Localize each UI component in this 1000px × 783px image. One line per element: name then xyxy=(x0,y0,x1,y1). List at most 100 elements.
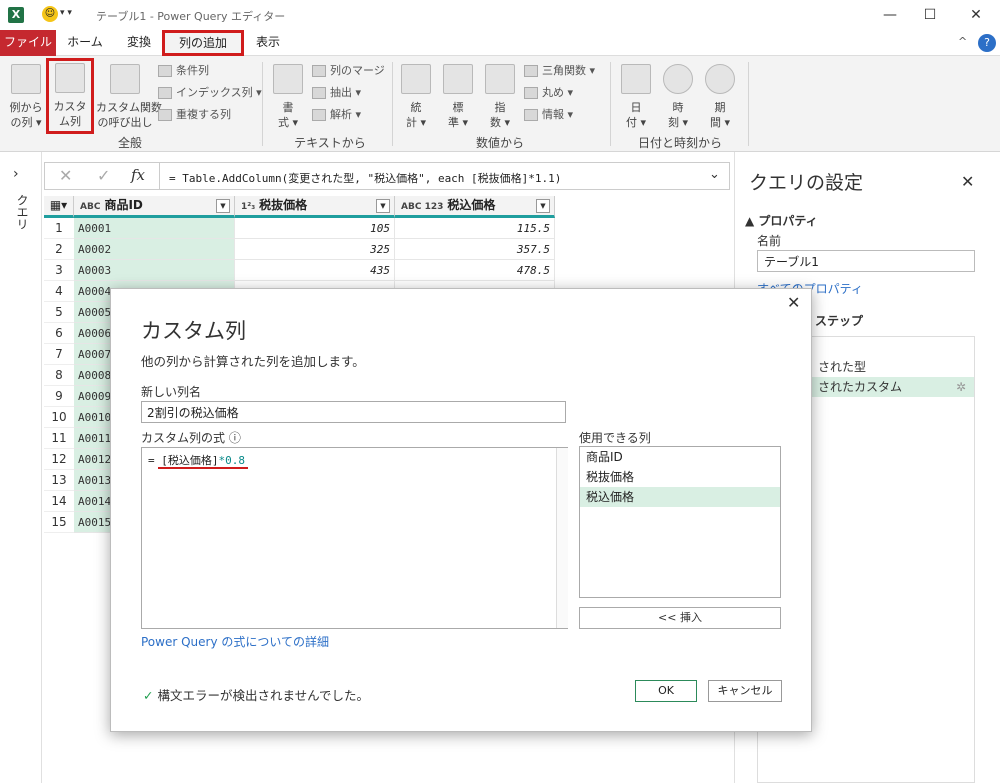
confirm-formula-icon[interactable]: ✓ xyxy=(97,166,110,185)
available-column-item[interactable]: 税抜価格 xyxy=(580,467,780,487)
merge-columns-icon xyxy=(312,65,326,77)
available-columns-list: 商品ID 税抜価格 税込価格 xyxy=(579,446,781,598)
available-column-item[interactable]: 商品ID xyxy=(580,447,780,467)
duration-button[interactable]: 期 間 ▾ xyxy=(702,60,738,130)
table-menu-icon[interactable]: ▦▾ xyxy=(44,196,74,218)
group-label-number: 数値から xyxy=(475,136,524,150)
information-button[interactable]: 情報 ▾ xyxy=(524,106,595,124)
statistics-sigma-icon xyxy=(401,64,431,94)
row-number: 11 xyxy=(44,428,74,449)
applied-steps-section[interactable]: ステップ xyxy=(815,312,863,329)
column-header-price-incl-tax[interactable]: ABC 123 税込価格 ▼ xyxy=(395,196,555,218)
dialog-subtitle: 他の列から計算された列を追加します。 xyxy=(141,354,365,369)
query-settings-title: クエリの設定 xyxy=(749,172,864,194)
collapse-ribbon-icon[interactable]: ^ xyxy=(958,35,967,48)
new-column-name-input[interactable]: 2割引の税込価格 xyxy=(141,401,566,423)
column-header-product-id[interactable]: ABC 商品ID ▼ xyxy=(74,196,235,218)
row-number: 8 xyxy=(44,365,74,386)
step-settings-gear-icon[interactable]: ✲ xyxy=(956,377,966,397)
close-settings-icon[interactable]: ✕ xyxy=(961,172,974,191)
column-from-examples-button[interactable]: 例から の列 ▾ xyxy=(6,60,46,130)
query-name-input[interactable]: テーブル1 xyxy=(757,250,975,272)
row-number: 15 xyxy=(44,512,74,533)
filter-dropdown-icon[interactable]: ▼ xyxy=(536,199,550,213)
excel-app-icon: X xyxy=(8,7,24,23)
cancel-formula-icon[interactable]: ✕ xyxy=(59,166,72,185)
queries-label[interactable]: クエリ xyxy=(14,194,31,230)
row-number: 1 xyxy=(44,218,74,239)
extract-icon xyxy=(312,87,326,99)
properties-section[interactable]: ▲ プロパティ xyxy=(745,212,818,229)
checkmark-icon: ✓ xyxy=(143,688,154,703)
merge-columns-button[interactable]: 列のマージ xyxy=(312,62,385,80)
invoke-function-icon xyxy=(110,64,140,94)
cell-product-id[interactable]: A0001 xyxy=(74,218,235,239)
insert-button[interactable]: << 挿入 xyxy=(579,607,781,629)
tab-add-column[interactable]: 列の追加 xyxy=(162,30,244,56)
tab-file[interactable]: ファイル xyxy=(0,30,56,56)
date-button[interactable]: 日 付 ▾ xyxy=(618,60,654,130)
smiley-feedback-icon[interactable]: ☺ xyxy=(42,6,58,22)
type-text-icon: ABC xyxy=(80,202,101,212)
formula-content[interactable]: = [税込価格]*0.8 xyxy=(148,452,245,468)
ribbon: 例から の列 ▾ カスタ ム列 カスタム関数 の呼び出し 条件列 インデックス列… xyxy=(0,56,1000,152)
syntax-status: ✓ 構文エラーが検出されませんでした。 xyxy=(143,688,369,703)
duplicate-column-button[interactable]: 重複する列 xyxy=(158,106,262,124)
row-number: 9 xyxy=(44,386,74,407)
help-icon[interactable]: ? xyxy=(978,34,996,52)
formula-text[interactable]: = Table.AddColumn(変更された型, "税込価格", each [… xyxy=(169,170,561,186)
statistics-button[interactable]: 統 計 ▾ xyxy=(398,60,434,130)
custom-column-button[interactable]: カスタ ム列 xyxy=(46,58,94,134)
format-button[interactable]: 書 式 ▾ xyxy=(270,60,306,130)
cell-price-excl-tax[interactable]: 325 xyxy=(235,239,395,260)
index-column-button[interactable]: インデックス列 ▾ xyxy=(158,84,262,102)
parse-button[interactable]: 解析 ▾ xyxy=(312,106,385,124)
row-number: 10 xyxy=(44,407,74,428)
power-query-formula-link[interactable]: Power Query の式についての詳細 xyxy=(141,633,329,650)
cell-product-id[interactable]: A0003 xyxy=(74,260,235,281)
function-fx-icon[interactable]: fx xyxy=(131,166,145,184)
cell-price-excl-tax[interactable]: 435 xyxy=(235,260,395,281)
cancel-button[interactable]: キャンセル xyxy=(708,680,782,702)
cell-price-incl-tax[interactable]: 478.5 xyxy=(395,260,555,281)
group-label-text: テキストから xyxy=(294,136,366,150)
new-column-name-label: 新しい列名 xyxy=(141,385,202,399)
conditional-column-icon xyxy=(158,65,172,77)
scientific-button[interactable]: 指 数 ▾ xyxy=(482,60,518,130)
formula-bar: ✕ ✓ fx = Table.AddColumn(変更された型, "税込価格",… xyxy=(44,162,730,190)
available-column-item-selected[interactable]: 税込価格 xyxy=(580,487,780,507)
column-header-price-excl-tax[interactable]: 1²₃ 税抜価格 ▼ xyxy=(235,196,395,218)
row-number: 4 xyxy=(44,281,74,302)
minimize-button[interactable]: — xyxy=(876,4,904,26)
cell-product-id[interactable]: A0002 xyxy=(74,239,235,260)
maximize-button[interactable]: ☐ xyxy=(916,4,944,26)
rounding-button[interactable]: 丸め ▾ xyxy=(524,84,595,102)
formula-scrollbar[interactable] xyxy=(556,448,568,628)
standard-button[interactable]: 標 準 ▾ xyxy=(440,60,476,130)
row-number: 13 xyxy=(44,470,74,491)
trigonometry-icon xyxy=(524,65,538,77)
scientific-power-icon xyxy=(485,64,515,94)
ribbon-separator xyxy=(262,62,263,146)
tab-transform[interactable]: 変換 xyxy=(116,30,162,56)
filter-dropdown-icon[interactable]: ▼ xyxy=(216,199,230,213)
conditional-column-button[interactable]: 条件列 xyxy=(158,62,262,80)
extract-button[interactable]: 抽出 ▾ xyxy=(312,84,385,102)
dialog-close-icon[interactable]: ✕ xyxy=(787,293,800,312)
trigonometry-button[interactable]: 三角関数 ▾ xyxy=(524,62,595,80)
custom-column-formula-editor[interactable]: = [税込価格]*0.8 xyxy=(141,447,568,629)
ok-button[interactable]: OK xyxy=(635,680,697,702)
cell-price-incl-tax[interactable]: 357.5 xyxy=(395,239,555,260)
parse-icon xyxy=(312,109,326,121)
expand-formula-chevron-icon[interactable]: ⌄ xyxy=(709,167,720,182)
tab-home[interactable]: ホーム xyxy=(60,30,110,56)
time-button[interactable]: 時 刻 ▾ xyxy=(660,60,696,130)
cell-price-incl-tax[interactable]: 115.5 xyxy=(395,218,555,239)
tab-view[interactable]: 表示 xyxy=(248,30,288,56)
filter-dropdown-icon[interactable]: ▼ xyxy=(376,199,390,213)
close-window-button[interactable]: ✕ xyxy=(962,4,990,26)
invoke-custom-function-button[interactable]: カスタム関数 の呼び出し xyxy=(96,60,162,130)
quick-access-dropdown-icon[interactable]: ▾ ▾ xyxy=(60,8,72,18)
cell-price-excl-tax[interactable]: 105 xyxy=(235,218,395,239)
expand-queries-chevron-icon[interactable]: › xyxy=(13,166,19,182)
